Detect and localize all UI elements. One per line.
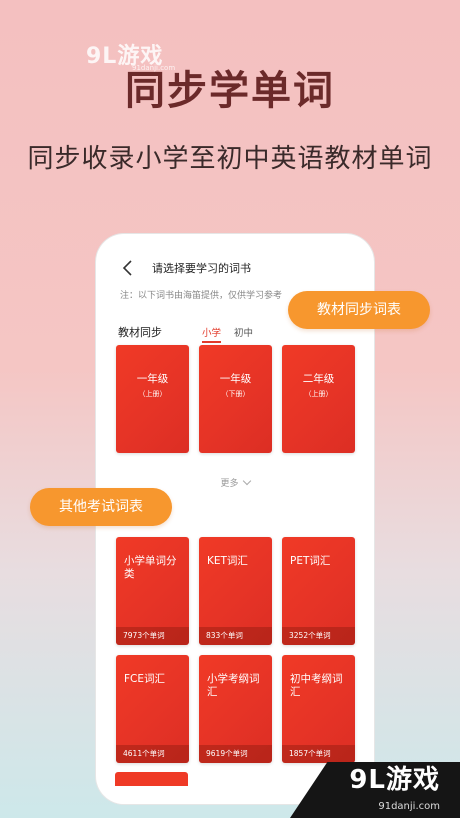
callout-textbook-wordlist: 教材同步词表 — [288, 291, 430, 329]
grade-card-sub: （上册） — [138, 390, 167, 398]
exam-card-title: PET词汇 — [290, 555, 331, 567]
grade-card-title: 一年级 — [136, 373, 169, 385]
word-count: 9619个单词 — [199, 745, 272, 763]
exam-card-title: 初中考纲词汇 — [290, 673, 343, 698]
source-note: 注：以下词书由海笛提供，仅供学习参考 — [120, 291, 283, 301]
section-label-textbook: 教材同步 — [118, 326, 162, 339]
partial-card[interactable] — [115, 772, 188, 786]
exam-card-title: 小学考纲词汇 — [207, 673, 260, 698]
top-bar: 请选择要学习的词书 — [106, 256, 364, 280]
exam-card[interactable]: PET词汇 3252个单词 — [282, 537, 355, 645]
exam-card-title: 小学单词分类 — [124, 555, 177, 580]
grade-card[interactable]: 二年级 （上册） — [282, 345, 355, 453]
callout-other-exam-wordlist: 其他考试词表 — [30, 488, 172, 526]
word-count: 4611个单词 — [116, 745, 189, 763]
corner-url-text: 91danji.com — [378, 801, 440, 812]
grade-card-sub: （上册） — [304, 390, 333, 398]
exam-card-title: FCE词汇 — [124, 673, 166, 685]
grade-card[interactable]: 一年级 （下册） — [199, 345, 272, 453]
chevron-down-icon — [242, 476, 251, 486]
exam-card[interactable]: KET词汇 833个单词 — [199, 537, 272, 645]
tab-junior[interactable]: 初中 — [234, 325, 253, 339]
tab-primary[interactable]: 小学 — [202, 325, 222, 343]
word-count: 3252个单词 — [282, 627, 355, 645]
page-subheadline: 同步收录小学至初中英语教材单词 — [27, 144, 433, 174]
grade-card-title: 二年级 — [302, 373, 335, 385]
grade-card-title: 一年级 — [219, 373, 252, 385]
word-count: 1857个单词 — [282, 745, 355, 763]
grade-card[interactable]: 一年级 （上册） — [116, 345, 189, 453]
corner-logo-text: 9L游戏 — [349, 765, 440, 795]
word-count: 833个单词 — [199, 627, 272, 645]
page-headline: 同步学单词 — [125, 68, 335, 114]
exam-card[interactable]: 小学单词分类 7973个单词 — [116, 537, 189, 645]
exam-card[interactable]: 小学考纲词汇 9619个单词 — [199, 655, 272, 763]
tab-primary-label: 小学 — [202, 328, 222, 339]
screen-title: 请选择要学习的词书 — [152, 262, 251, 275]
grade-card-sub: （下册） — [221, 390, 250, 398]
exam-card-title: KET词汇 — [207, 555, 248, 567]
back-arrow-icon[interactable] — [120, 258, 136, 278]
tab-active-underline — [202, 341, 222, 343]
exam-card[interactable]: FCE词汇 4611个单词 — [116, 655, 189, 763]
word-count: 7973个单词 — [116, 627, 189, 645]
exam-card[interactable]: 初中考纲词汇 1857个单词 — [282, 655, 355, 763]
tab-junior-label: 初中 — [234, 328, 254, 339]
more-label: 更多 — [220, 479, 239, 489]
